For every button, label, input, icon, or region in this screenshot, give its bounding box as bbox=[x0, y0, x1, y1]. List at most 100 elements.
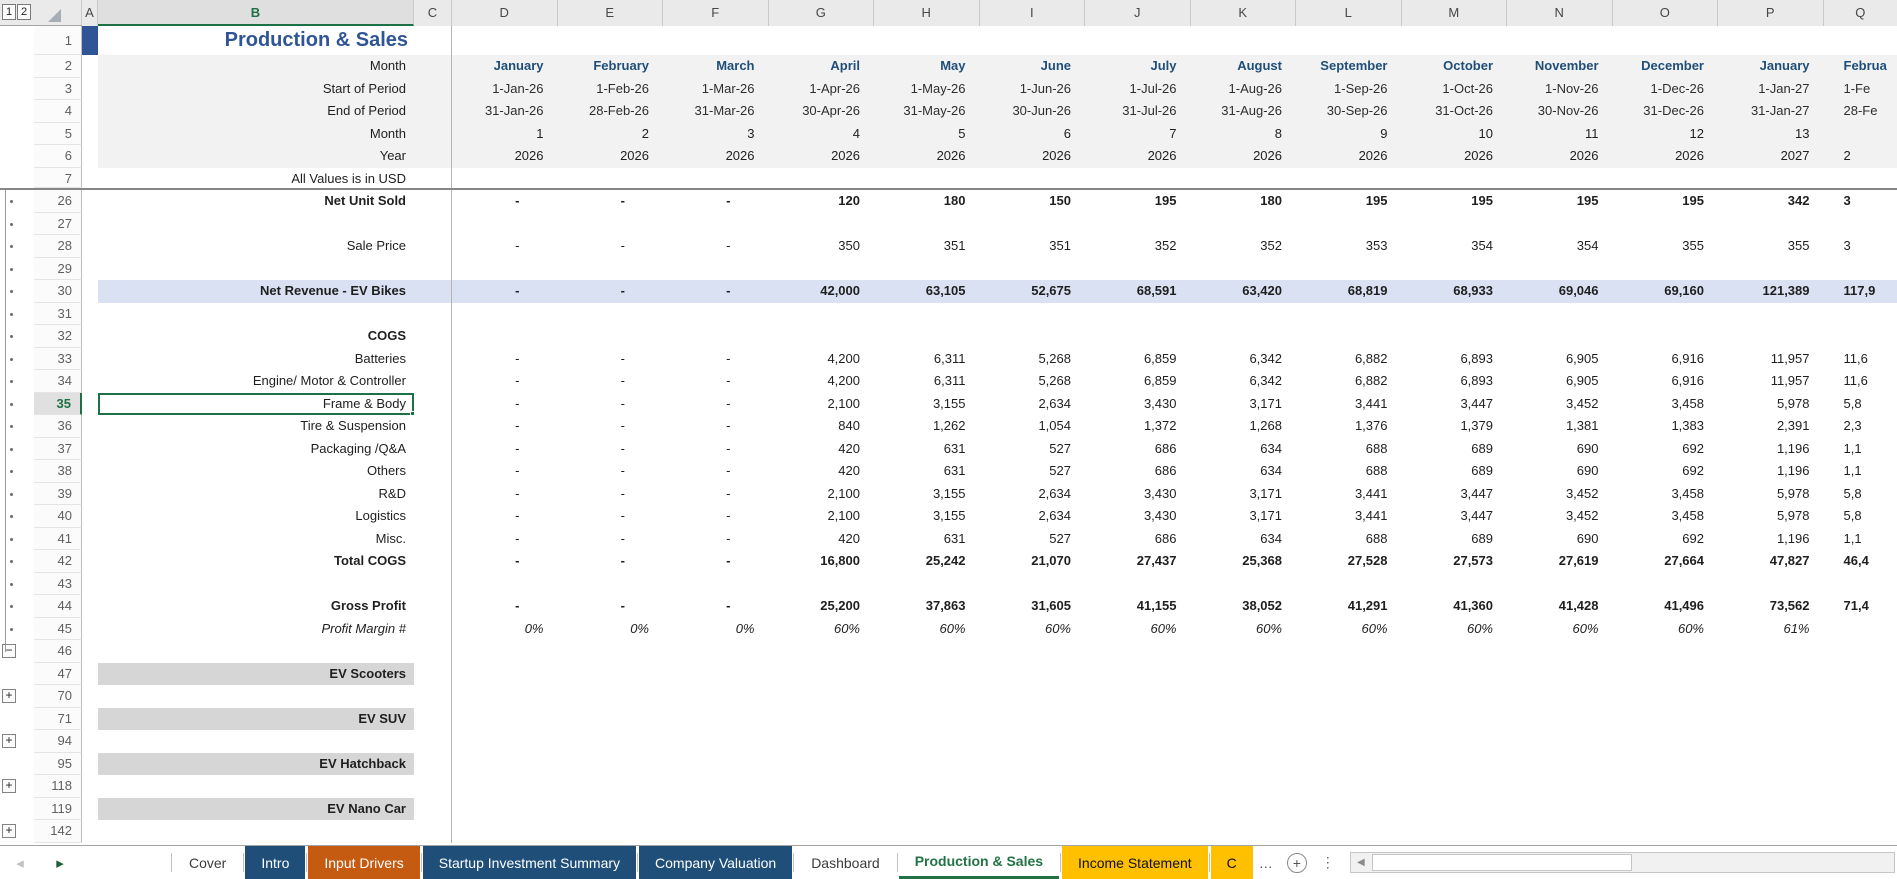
cell-A44[interactable] bbox=[82, 595, 98, 618]
cell-H43[interactable] bbox=[874, 573, 980, 596]
cell-C29[interactable] bbox=[414, 257, 452, 280]
cell-C2[interactable] bbox=[414, 55, 452, 78]
cell-G38[interactable]: 420 bbox=[769, 460, 875, 483]
cell-B2[interactable]: Month bbox=[98, 55, 414, 78]
cell-J35[interactable]: 3,430 bbox=[1085, 393, 1191, 416]
row-header-94[interactable]: 94 bbox=[34, 730, 82, 753]
cell-A38[interactable] bbox=[82, 460, 98, 483]
cell-D26[interactable]: - bbox=[452, 190, 558, 213]
cell-H40[interactable]: 3,155 bbox=[874, 505, 980, 528]
cell-E94[interactable] bbox=[558, 730, 664, 753]
cell-G142[interactable] bbox=[769, 820, 875, 843]
cell-O118[interactable] bbox=[1613, 775, 1719, 798]
cell-E28[interactable]: - bbox=[558, 235, 664, 258]
cell-P43[interactable] bbox=[1718, 573, 1824, 596]
cell-G1[interactable] bbox=[769, 26, 875, 55]
cell-J38[interactable]: 686 bbox=[1085, 460, 1191, 483]
cell-B118[interactable] bbox=[98, 775, 414, 798]
cell-D36[interactable]: - bbox=[452, 415, 558, 438]
cell-P34[interactable]: 11,957 bbox=[1718, 370, 1824, 393]
cell-C40[interactable] bbox=[414, 505, 452, 528]
cell-P46[interactable] bbox=[1718, 640, 1824, 663]
cell-I5[interactable]: 6 bbox=[979, 122, 1085, 145]
cell-J30[interactable]: 68,591 bbox=[1085, 280, 1191, 303]
cell-F6[interactable]: 2026 bbox=[663, 145, 769, 168]
cell-Q39[interactable]: 5,8 bbox=[1824, 483, 1897, 506]
cell-G44[interactable]: 25,200 bbox=[769, 595, 875, 618]
cell-J39[interactable]: 3,430 bbox=[1085, 483, 1191, 506]
cell-B39[interactable]: R&D bbox=[98, 483, 414, 506]
cell-L40[interactable]: 3,441 bbox=[1296, 505, 1402, 528]
cell-B3[interactable]: Start of Period bbox=[98, 77, 414, 100]
scrollbar-thumb[interactable] bbox=[1371, 854, 1632, 871]
cell-F5[interactable]: 3 bbox=[663, 122, 769, 145]
cell-G37[interactable]: 420 bbox=[769, 438, 875, 461]
cell-N5[interactable]: 11 bbox=[1507, 122, 1613, 145]
cell-L33[interactable]: 6,882 bbox=[1296, 348, 1402, 371]
row-header-28[interactable]: 28 bbox=[34, 235, 82, 258]
cell-O47[interactable] bbox=[1613, 663, 1719, 686]
cell-L43[interactable] bbox=[1296, 573, 1402, 596]
cell-K42[interactable]: 25,368 bbox=[1191, 550, 1297, 573]
cell-I45[interactable]: 60% bbox=[980, 618, 1086, 641]
cell-J42[interactable]: 27,437 bbox=[1085, 550, 1191, 573]
cell-Q7[interactable] bbox=[1824, 168, 1897, 189]
cell-K71[interactable] bbox=[1191, 708, 1297, 731]
cell-I95[interactable] bbox=[980, 753, 1086, 776]
cell-B41[interactable]: Misc. bbox=[98, 528, 414, 551]
cell-M43[interactable] bbox=[1402, 573, 1508, 596]
cell-M46[interactable] bbox=[1402, 640, 1508, 663]
cell-C26[interactable] bbox=[414, 190, 452, 213]
cell-Q26[interactable]: 3 bbox=[1824, 190, 1897, 213]
cell-H4[interactable]: 31-May-26 bbox=[874, 100, 980, 123]
cell-I34[interactable]: 5,268 bbox=[980, 370, 1086, 393]
cell-A47[interactable] bbox=[82, 663, 98, 686]
cell-L95[interactable] bbox=[1296, 753, 1402, 776]
cell-P71[interactable] bbox=[1718, 708, 1824, 731]
cell-Q44[interactable]: 71,4 bbox=[1824, 595, 1897, 618]
cell-L1[interactable] bbox=[1296, 26, 1402, 55]
cell-F70[interactable] bbox=[663, 685, 769, 708]
cell-K38[interactable]: 634 bbox=[1191, 460, 1297, 483]
cell-B28[interactable]: Sale Price bbox=[98, 235, 414, 258]
cell-M44[interactable]: 41,360 bbox=[1402, 595, 1508, 618]
cell-F44[interactable]: - bbox=[663, 595, 769, 618]
cell-I41[interactable]: 527 bbox=[980, 528, 1086, 551]
cell-C42[interactable] bbox=[414, 550, 452, 573]
cell-A29[interactable] bbox=[82, 258, 98, 281]
cell-B38[interactable]: Others bbox=[98, 460, 414, 483]
cell-P47[interactable] bbox=[1718, 663, 1824, 686]
cell-I70[interactable] bbox=[980, 685, 1086, 708]
cell-A42[interactable] bbox=[82, 550, 98, 573]
cell-C37[interactable] bbox=[414, 437, 452, 460]
cell-O94[interactable] bbox=[1613, 730, 1719, 753]
row-header-37[interactable]: 37 bbox=[34, 437, 82, 460]
cell-B4[interactable]: End of Period bbox=[98, 100, 414, 123]
cell-K37[interactable]: 634 bbox=[1191, 438, 1297, 461]
cell-A142[interactable] bbox=[82, 820, 98, 843]
cell-I35[interactable]: 2,634 bbox=[980, 393, 1086, 416]
row-header-40[interactable]: 40 bbox=[34, 505, 82, 528]
sheet-tab-input-drivers[interactable]: Input Drivers bbox=[308, 846, 420, 879]
cell-Q29[interactable] bbox=[1824, 258, 1897, 281]
cell-M37[interactable]: 689 bbox=[1402, 438, 1508, 461]
cell-P42[interactable]: 47,827 bbox=[1718, 550, 1824, 573]
cell-N27[interactable] bbox=[1507, 213, 1613, 236]
cell-P38[interactable]: 1,196 bbox=[1718, 460, 1824, 483]
cell-O36[interactable]: 1,383 bbox=[1613, 415, 1719, 438]
cell-N71[interactable] bbox=[1507, 708, 1613, 731]
cell-Q30[interactable]: 117,9 bbox=[1823, 280, 1897, 303]
cell-J119[interactable] bbox=[1085, 798, 1191, 821]
cell-A30[interactable] bbox=[82, 280, 98, 303]
cell-H1[interactable] bbox=[874, 26, 980, 55]
cell-B46[interactable] bbox=[98, 640, 414, 663]
cell-B43[interactable] bbox=[98, 573, 414, 596]
column-header-I[interactable]: I bbox=[979, 0, 1085, 26]
cell-E2[interactable]: February bbox=[557, 55, 663, 78]
cell-L41[interactable]: 688 bbox=[1296, 528, 1402, 551]
cell-M28[interactable]: 354 bbox=[1402, 235, 1508, 258]
row-header-35[interactable]: 35 bbox=[34, 392, 82, 415]
row-header-119[interactable]: 119 bbox=[34, 797, 82, 820]
cell-K119[interactable] bbox=[1191, 798, 1297, 821]
cell-L5[interactable]: 9 bbox=[1296, 122, 1402, 145]
